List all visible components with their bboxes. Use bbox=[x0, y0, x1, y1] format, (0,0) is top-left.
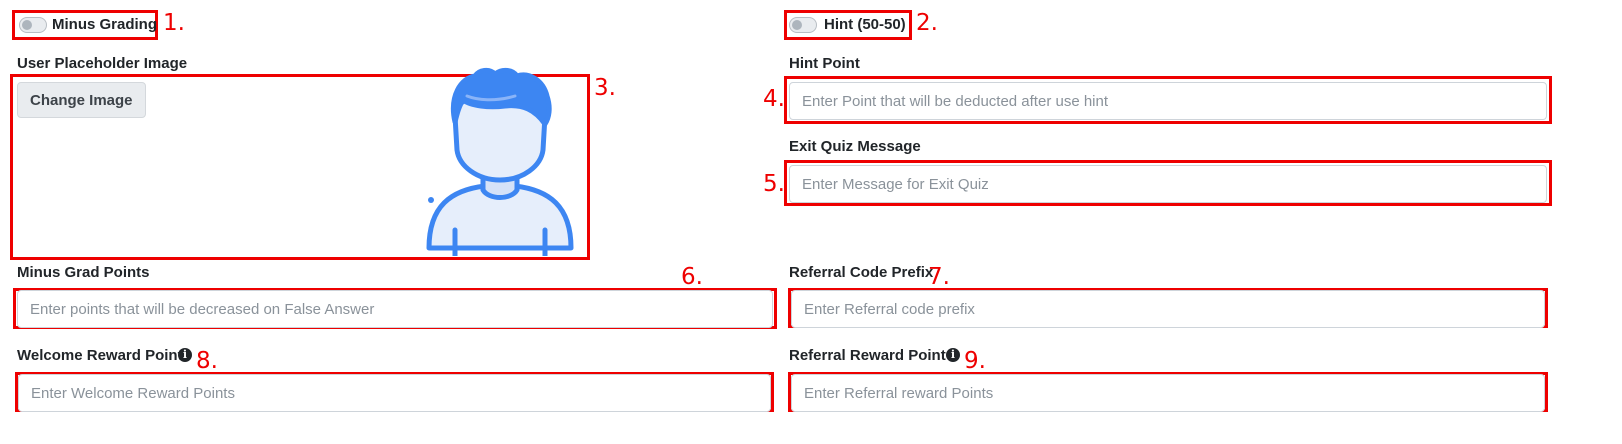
annotation-number-2: 2. bbox=[916, 10, 938, 36]
toggle-knob bbox=[22, 20, 32, 30]
minus-grad-points-input[interactable] bbox=[17, 290, 773, 328]
annotation-number-3: 3. bbox=[594, 75, 616, 101]
annotation-number-4: 4. bbox=[763, 86, 785, 112]
annotation-number-6: 6. bbox=[681, 264, 703, 290]
minus-grading-label: Minus Grading bbox=[52, 16, 157, 33]
referral-prefix-label: Referral Code Prefix bbox=[789, 264, 934, 281]
welcome-reward-label: Welcome Reward Point bbox=[17, 347, 183, 364]
hint-point-label: Hint Point bbox=[789, 55, 860, 72]
exit-quiz-input[interactable] bbox=[789, 165, 1547, 203]
annotation-number-9: 9. bbox=[964, 348, 986, 374]
minus-grad-points-label: Minus Grad Points bbox=[17, 264, 150, 281]
change-image-button[interactable]: Change Image bbox=[17, 82, 146, 118]
referral-prefix-input[interactable] bbox=[791, 290, 1545, 328]
hint-toggle[interactable] bbox=[789, 17, 817, 33]
info-circle-icon[interactable]: i bbox=[178, 348, 192, 362]
annotation-number-1: 1. bbox=[163, 10, 185, 36]
annotation-number-5: 5. bbox=[763, 171, 785, 197]
welcome-reward-input[interactable] bbox=[18, 374, 771, 412]
hint-point-input[interactable] bbox=[789, 82, 1547, 120]
info-circle-icon[interactable]: i bbox=[946, 348, 960, 362]
toggle-knob bbox=[792, 20, 802, 30]
annotation-number-8: 8. bbox=[196, 348, 218, 374]
exit-quiz-label: Exit Quiz Message bbox=[789, 138, 921, 155]
minus-grading-toggle[interactable] bbox=[19, 17, 47, 33]
user-avatar-icon bbox=[426, 67, 574, 256]
hint-label: Hint (50-50) bbox=[824, 16, 906, 33]
annotation-number-7: 7. bbox=[928, 264, 950, 290]
user-placeholder-label: User Placeholder Image bbox=[17, 55, 188, 72]
referral-reward-label: Referral Reward Point bbox=[789, 347, 946, 364]
referral-reward-input[interactable] bbox=[791, 374, 1545, 412]
